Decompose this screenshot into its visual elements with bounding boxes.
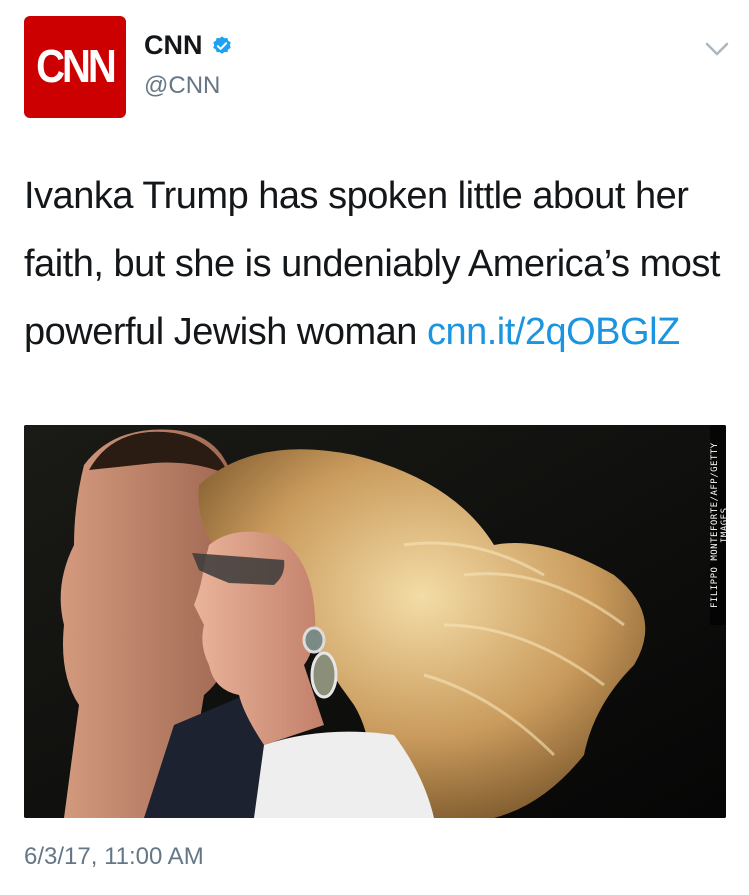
cnn-logo-text: CNN [36,41,117,92]
photo-illustration [24,425,726,818]
handle[interactable]: @CNN [144,72,220,100]
name-row: CNN [144,30,233,61]
display-name[interactable]: CNN [144,30,203,61]
avatar[interactable]: CNN [24,16,126,118]
timestamp[interactable]: 6/3/17, 11:00 AM [24,843,204,871]
chevron-down-icon[interactable] [704,40,730,58]
photo-credit: FILIPPO MONTEFORTE/AFP/GETTY IMAGES [710,425,726,625]
tweet-link[interactable]: cnn.it/2qOBGlZ [427,311,680,353]
tweet-photo[interactable]: FILIPPO MONTEFORTE/AFP/GETTY IMAGES [24,425,726,818]
verified-badge-icon [212,35,231,54]
tweet-text: Ivanka Trump has spoken little about her… [24,162,724,366]
